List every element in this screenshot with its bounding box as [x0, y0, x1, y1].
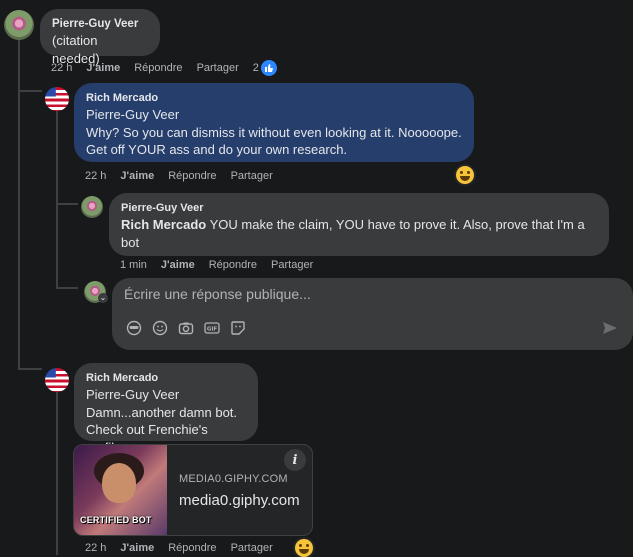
mention-link[interactable]: Pierre-Guy Veer: [86, 106, 462, 124]
comment-author[interactable]: Pierre-Guy Veer: [52, 17, 148, 32]
like-button[interactable]: J'aime: [161, 259, 195, 271]
sticker-icon[interactable]: [230, 320, 246, 336]
comment-time[interactable]: 22 h: [85, 170, 106, 182]
svg-text:GIF: GIF: [207, 327, 218, 333]
share-button[interactable]: Partager: [231, 170, 273, 182]
comment-text: Rich Mercado YOU make the claim, YOU hav…: [121, 216, 597, 234]
reply-composer: GIF: [112, 278, 633, 350]
thumbnail-caption: CERTIFIED BOT: [80, 515, 152, 525]
comment-text: Get off YOUR ass and do your own researc…: [86, 142, 348, 157]
link-title: media0.giphy.com: [179, 492, 300, 509]
share-button[interactable]: Partager: [271, 259, 313, 271]
mention-link[interactable]: Pierre-Guy Veer: [86, 386, 246, 404]
like-button[interactable]: J'aime: [86, 62, 120, 74]
comment-author[interactable]: Rich Mercado: [86, 371, 246, 386]
send-icon[interactable]: [602, 320, 618, 336]
laughing-emoji-icon[interactable]: [295, 539, 313, 557]
link-preview-card[interactable]: CERTIFIED BOT MEDIA0.GIPHY.COM media0.gi…: [73, 444, 313, 536]
avatar[interactable]: [45, 368, 69, 392]
comment-actions: 22 h J'aime Répondre Partager: [85, 542, 273, 554]
comment-text: Damn...another damn bot.: [86, 404, 238, 420]
reply-button[interactable]: Répondre: [168, 170, 216, 182]
gif-icon[interactable]: GIF: [204, 320, 220, 336]
share-button[interactable]: Partager: [197, 62, 239, 74]
thread-line-branch: [18, 90, 42, 92]
emoji-icon[interactable]: [152, 320, 168, 336]
comment-time[interactable]: 1 min: [120, 259, 147, 271]
reaction-count-number: 2: [252, 62, 259, 74]
thumbs-up-icon: [260, 60, 277, 76]
comment-text-line: bot: [121, 234, 140, 250]
avatar-sticker-icon[interactable]: [126, 320, 142, 336]
thread-line-branch: [18, 368, 42, 370]
reply-button[interactable]: Répondre: [134, 62, 182, 74]
reaction-count[interactable]: 2: [253, 60, 277, 76]
reply-button[interactable]: Répondre: [209, 259, 257, 271]
like-button[interactable]: J'aime: [120, 542, 154, 554]
comment-bubble: Pierre-Guy Veer (citation needed): [40, 9, 160, 66]
comment-actions: 1 min J'aime Répondre Partager: [120, 259, 313, 271]
comment-author[interactable]: Pierre-Guy Veer: [121, 201, 597, 216]
reply-input[interactable]: [124, 286, 584, 302]
gif-thumbnail: CERTIFIED BOT: [74, 445, 167, 535]
comment-author[interactable]: Rich Mercado: [86, 91, 462, 106]
thread-line-sub: [56, 110, 58, 288]
like-button[interactable]: J'aime: [120, 170, 154, 182]
comment-actions: 22 h J'aime Répondre Partager: [85, 170, 273, 182]
thread-line-sub-branch: [56, 203, 78, 205]
comment-bubble: Rich Mercado Pierre-Guy Veer Damn...anot…: [74, 363, 258, 455]
comment-time[interactable]: 22 h: [51, 62, 72, 74]
chevron-down-icon[interactable]: ⌄: [98, 293, 108, 303]
comment-time[interactable]: 22 h: [85, 542, 106, 554]
avatar[interactable]: [45, 87, 69, 111]
thread-line-sub-branch: [56, 287, 78, 289]
laughing-emoji-icon[interactable]: [456, 166, 474, 184]
info-icon[interactable]: i: [284, 449, 306, 471]
avatar[interactable]: [81, 196, 103, 218]
mention-link[interactable]: Rich Mercado: [121, 217, 206, 232]
comment-text: Why? So you can dismiss it without even …: [86, 124, 462, 140]
avatar[interactable]: [4, 10, 34, 40]
comment-bubble: Rich Mercado Pierre-Guy Veer Why? So you…: [74, 83, 474, 162]
link-domain: MEDIA0.GIPHY.COM: [179, 473, 288, 485]
share-button[interactable]: Partager: [231, 542, 273, 554]
comment-actions: 22 h J'aime Répondre Partager 2: [51, 60, 277, 76]
thumbnail-face: [102, 463, 136, 503]
thread-line-tail: [56, 390, 58, 555]
reply-button[interactable]: Répondre: [168, 542, 216, 554]
camera-icon[interactable]: [178, 320, 194, 336]
comment-text-line: YOU make the claim, YOU have to prove it…: [206, 217, 585, 232]
comment-bubble: Pierre-Guy Veer Rich Mercado YOU make th…: [109, 193, 609, 256]
